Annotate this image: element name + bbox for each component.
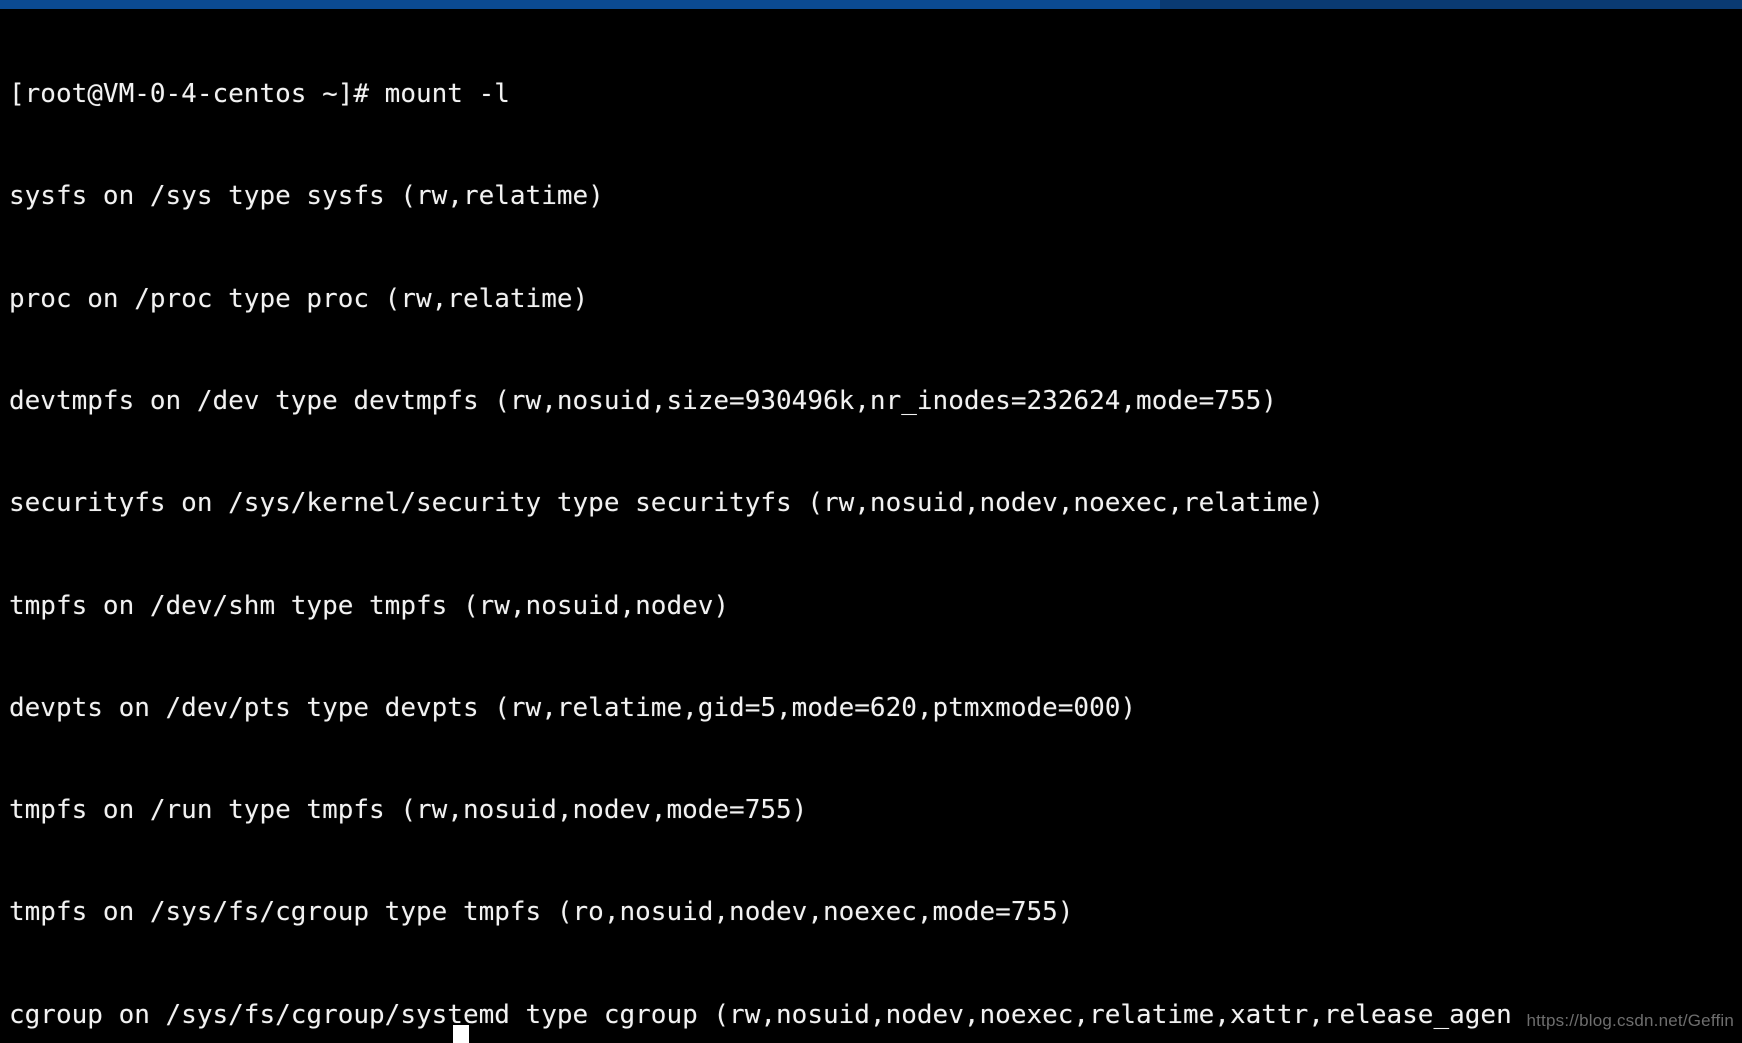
block-cursor: [453, 1025, 469, 1043]
terminal-line: devpts on /dev/pts type devpts (rw,relat…: [9, 692, 1137, 723]
terminal-line: securityfs on /sys/kernel/security type …: [9, 488, 1324, 519]
terminal-line: tmpfs on /sys/fs/cgroup type tmpfs (ro,n…: [9, 897, 1074, 928]
titlebar-inactive-segment: [1160, 0, 1742, 9]
terminal-line: tmpfs on /dev/shm type tmpfs (rw,nosuid,…: [9, 590, 730, 621]
terminal-line: sysfs on /sys type sysfs (rw,relatime): [9, 181, 604, 212]
terminal-line: tmpfs on /run type tmpfs (rw,nosuid,node…: [9, 795, 808, 826]
terminal-line: cgroup on /sys/fs/cgroup/systemd type cg…: [9, 999, 1512, 1030]
terminal-screen-buffer: [root@VM-0-4-centos ~]# mount -l sysfs o…: [9, 9, 1742, 1043]
terminal-output-area[interactable]: [root@VM-0-4-centos ~]# mount -l sysfs o…: [0, 9, 1742, 1043]
terminal-line: devtmpfs on /dev type devtmpfs (rw,nosui…: [9, 386, 1277, 417]
terminal-line-prompt-command: [root@VM-0-4-centos ~]# mount -l: [9, 79, 510, 110]
terminal-line: proc on /proc type proc (rw,relatime): [9, 283, 589, 314]
titlebar-active-segment: [0, 0, 1160, 9]
window-titlebar: [0, 0, 1742, 9]
watermark-text: https://blog.csdn.net/Geffin: [1526, 1011, 1734, 1030]
